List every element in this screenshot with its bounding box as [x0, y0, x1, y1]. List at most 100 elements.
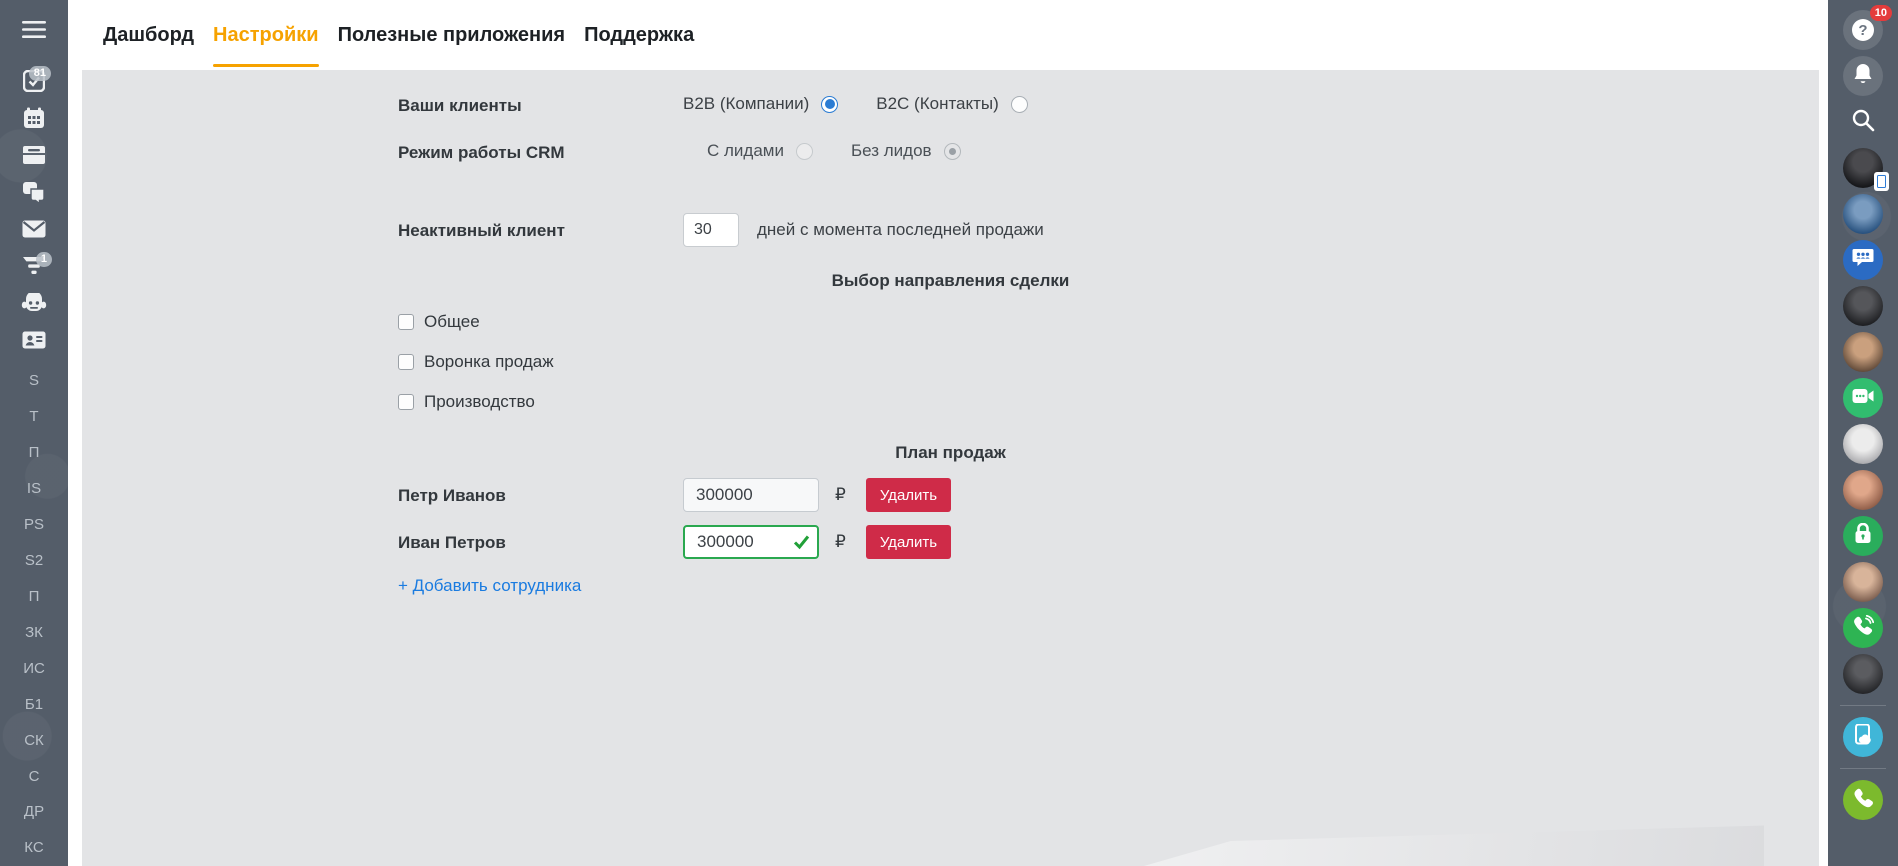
lock-icon	[1854, 522, 1872, 549]
sidebar-item-drive[interactable]	[10, 137, 58, 174]
workspace-item[interactable]: S	[10, 363, 58, 399]
checkbox-sales-funnel[interactable]	[398, 354, 414, 370]
sidebar-item-crm[interactable]: 1	[10, 248, 58, 285]
radio-option-label: B2C (Контакты)	[876, 94, 999, 113]
background-watermark	[1144, 825, 1764, 866]
calendar-icon	[23, 107, 45, 129]
radio-option-with-leads[interactable]: С лидами	[707, 141, 813, 161]
checkbox-label: Общее	[424, 312, 480, 331]
workspace-item[interactable]: С	[10, 758, 58, 794]
workspace-item[interactable]: СК	[10, 722, 58, 758]
employee-name: Иван Петров	[398, 533, 506, 552]
group-chat-icon	[1852, 248, 1874, 273]
tab-settings[interactable]: Настройки	[213, 0, 319, 70]
hamburger-icon	[22, 21, 46, 39]
clients-label: Ваши клиенты	[398, 96, 522, 115]
crm-mode-radio-group: С лидами Без лидов	[707, 141, 961, 161]
phone-handset-icon	[1852, 787, 1874, 814]
radio-b2b[interactable]	[821, 95, 839, 113]
workspace-item[interactable]: ДР	[10, 794, 58, 830]
currency-sign: ₽	[835, 485, 846, 504]
checkbox-row-general[interactable]: Общее	[398, 312, 480, 332]
workspace-item[interactable]: T	[10, 399, 58, 435]
robot-icon	[21, 293, 47, 313]
inactive-days-suffix: дней с момента последней продажи	[757, 220, 1044, 239]
checkbox-row-funnel[interactable]: Воронка продаж	[398, 352, 554, 372]
user-avatar[interactable]	[1843, 286, 1883, 326]
radio-option-no-leads[interactable]: Без лидов	[851, 141, 961, 161]
question-icon: ?	[1852, 19, 1874, 41]
sidebar-item-calendar[interactable]	[10, 100, 58, 137]
tab-apps[interactable]: Полезные приложения	[338, 0, 566, 70]
user-avatar[interactable]	[1843, 562, 1883, 602]
user-avatar[interactable]	[1843, 654, 1883, 694]
radio-no-leads[interactable]	[943, 142, 961, 160]
workspace-item[interactable]: PS	[10, 506, 58, 542]
search-button[interactable]	[1843, 102, 1883, 142]
crm-badge: 1	[35, 252, 52, 268]
user-avatar[interactable]	[1843, 332, 1883, 372]
radio-option-b2b[interactable]: B2B (Компании)	[683, 94, 839, 114]
add-employee-link[interactable]: + Добавить сотрудника	[398, 576, 581, 596]
delete-button[interactable]: Удалить	[865, 525, 952, 559]
help-button[interactable]: ? 10	[1843, 5, 1892, 50]
radio-option-label: Без лидов	[850, 141, 932, 160]
inactive-client-label: Неактивный клиент	[398, 221, 565, 240]
sidebar-item-chat[interactable]	[10, 174, 58, 211]
security-button[interactable]	[1843, 516, 1883, 556]
video-call-button[interactable]	[1843, 378, 1883, 418]
radio-option-label: B2B (Компании)	[683, 94, 810, 113]
user-avatar[interactable]	[1843, 194, 1883, 234]
telephony-button[interactable]	[1843, 608, 1883, 648]
hamburger-menu-button[interactable]	[10, 12, 58, 49]
mobile-app-button[interactable]	[1843, 717, 1883, 757]
sidebar-item-assistant[interactable]	[10, 285, 58, 322]
sidebar-item-mail[interactable]	[10, 211, 58, 248]
workspace-item[interactable]: IS	[10, 470, 58, 506]
user-avatar[interactable]	[1843, 470, 1883, 510]
delete-button[interactable]: Удалить	[865, 478, 952, 512]
device-cloud-icon	[1853, 723, 1873, 751]
workspace-item[interactable]: КС	[10, 830, 58, 866]
checkbox-general[interactable]	[398, 314, 414, 330]
workspace-item[interactable]: Б1	[10, 686, 58, 722]
plan-row: ₽ Удалить	[683, 525, 952, 559]
call-button[interactable]	[1843, 780, 1883, 820]
checkbox-label: Производство	[424, 392, 535, 411]
tab-support[interactable]: Поддержка	[584, 0, 694, 70]
tab-dashboard[interactable]: Дашборд	[103, 0, 194, 70]
help-badge: 10	[1869, 5, 1892, 21]
radio-option-b2c[interactable]: B2C (Контакты)	[876, 94, 1028, 114]
radio-option-label: С лидами	[707, 141, 784, 160]
radio-with-leads[interactable]	[795, 142, 813, 160]
tasks-icon: 81	[23, 66, 51, 93]
checkbox-row-production[interactable]: Производство	[398, 392, 535, 412]
checkbox-label: Воронка продаж	[424, 352, 554, 371]
user-avatar[interactable]	[1843, 148, 1889, 191]
mail-icon	[22, 220, 46, 238]
chat-icon	[22, 181, 46, 204]
plan-row: ₽ Удалить	[683, 478, 952, 512]
contact-card-icon	[22, 331, 46, 349]
sidebar-item-tasks[interactable]: 81	[10, 63, 58, 100]
radio-b2c[interactable]	[1010, 95, 1028, 113]
currency-sign: ₽	[835, 532, 846, 551]
workspace-item[interactable]: П	[10, 434, 58, 470]
group-chat-button[interactable]	[1843, 240, 1883, 280]
inactive-client-row: дней с момента последней продажи	[683, 213, 1044, 247]
plan-amount-input[interactable]	[683, 478, 819, 512]
crm-mode-label: Режим работы CRM	[398, 143, 565, 162]
workspace-item[interactable]: ИС	[10, 650, 58, 686]
workspace-item[interactable]: ЗК	[10, 614, 58, 650]
user-avatar[interactable]	[1843, 424, 1883, 464]
sidebar-item-contacts[interactable]	[10, 322, 58, 359]
workspace-item[interactable]: П	[10, 578, 58, 614]
main-area: Дашборд Настройки Полезные приложения По…	[68, 0, 1828, 866]
checkbox-production[interactable]	[398, 394, 414, 410]
tab-bar: Дашборд Настройки Полезные приложения По…	[68, 0, 1828, 70]
phone-signal-icon	[1852, 614, 1875, 642]
notifications-button[interactable]	[1843, 56, 1883, 96]
inactive-days-input[interactable]	[683, 213, 739, 247]
left-sidebar: 81 1 S T П IS PS S2 П ЗК ИС Б1 СК С ДР К…	[0, 0, 68, 866]
workspace-item[interactable]: S2	[10, 542, 58, 578]
